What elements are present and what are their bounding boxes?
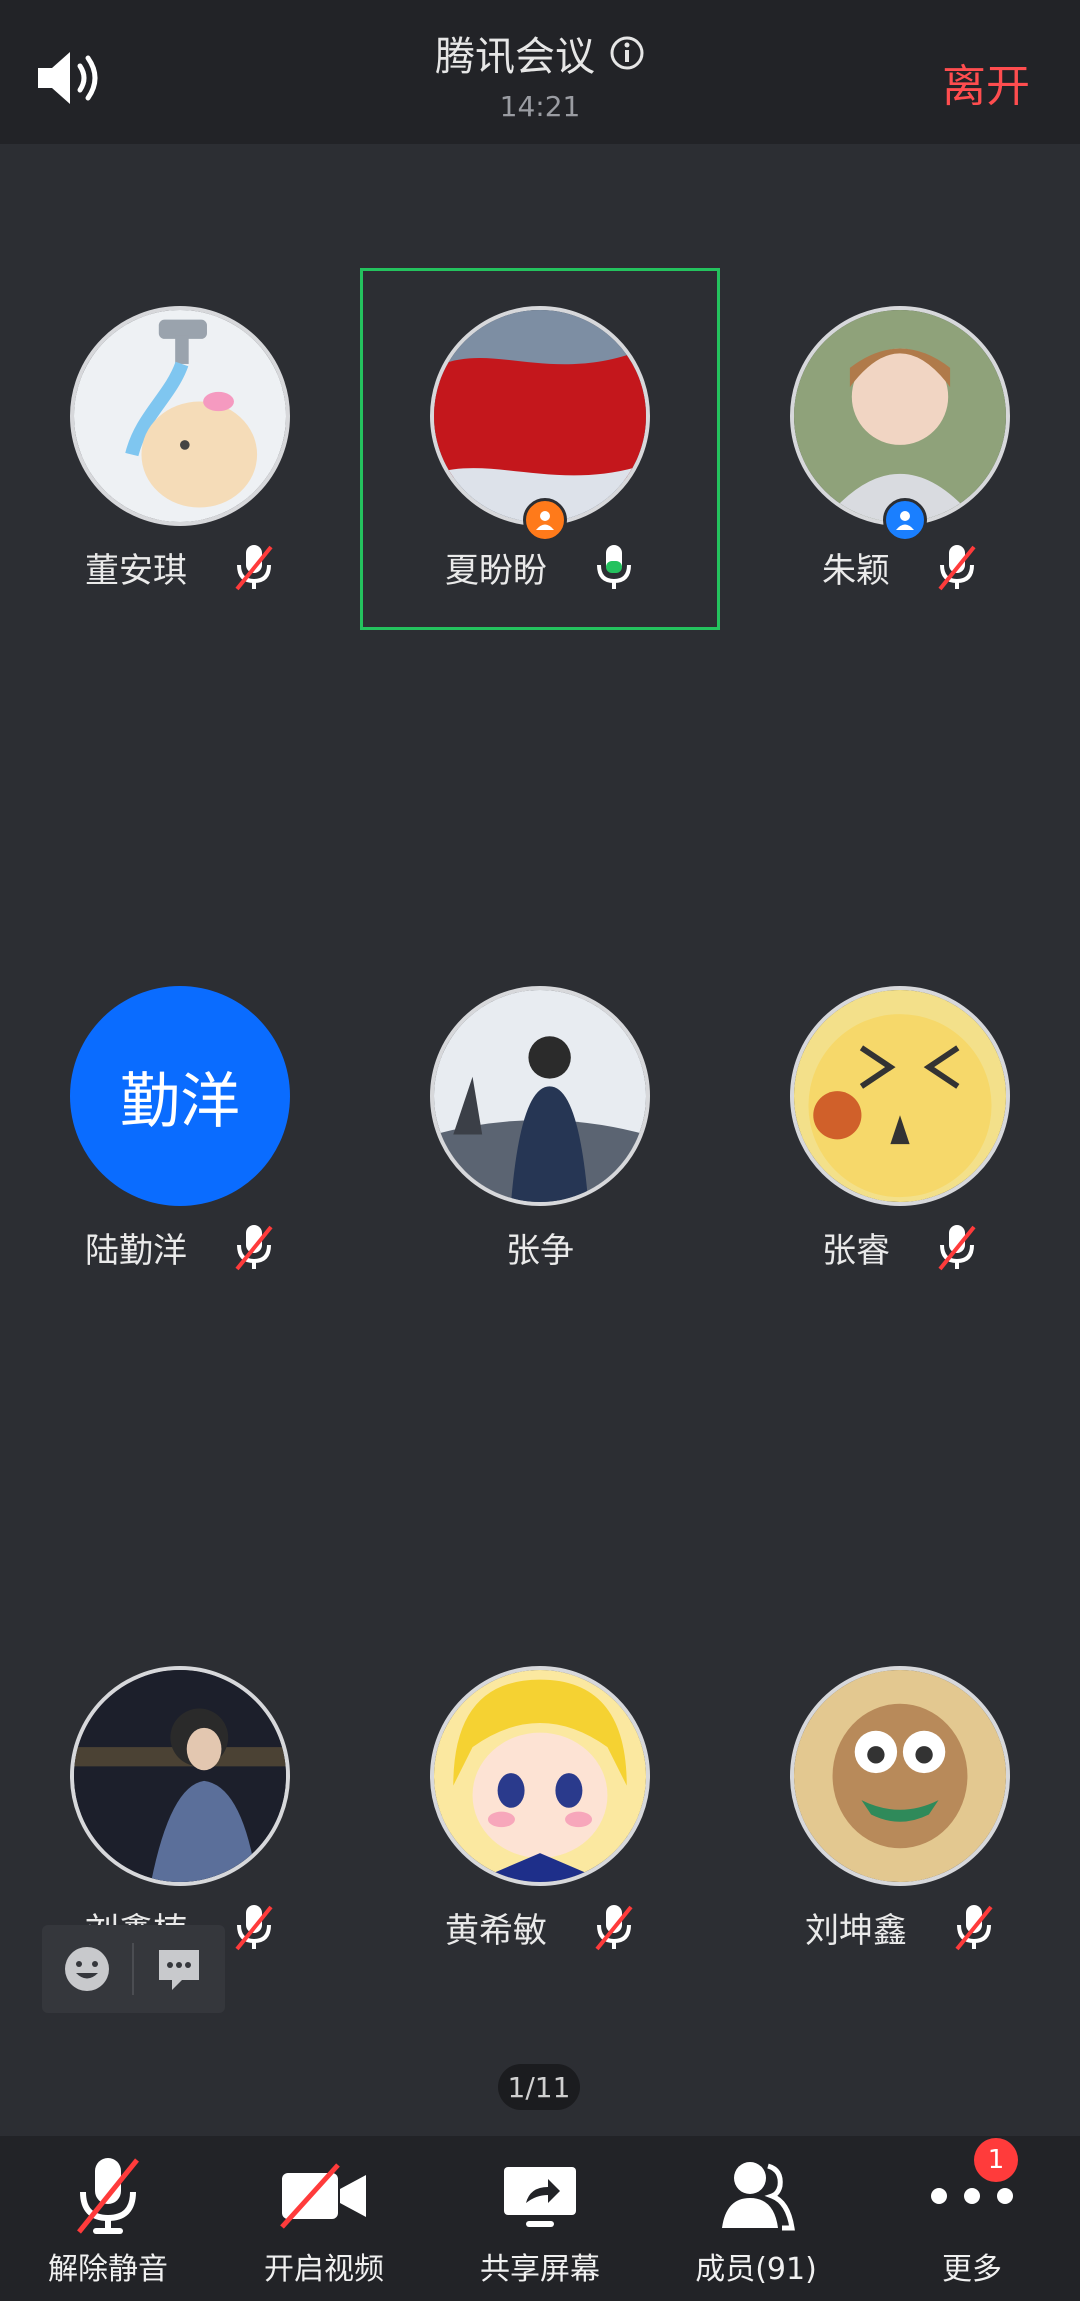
participant-name-row: 董安琪 (0, 543, 360, 591)
members-button[interactable]: 成员(91) (648, 2136, 864, 2301)
more-label: 更多 (942, 2252, 1002, 2287)
avatar (790, 986, 1010, 1206)
host-badge-icon (523, 498, 567, 542)
mic-muted-icon (235, 545, 273, 591)
top-bar: 腾讯会议 14:21 离开 (0, 0, 1080, 144)
leave-button[interactable]: 离开 (942, 50, 1030, 114)
share-screen-icon (504, 2167, 576, 2227)
avatar (790, 306, 1010, 526)
info-icon[interactable] (609, 35, 645, 71)
mic-muted-icon (595, 1905, 633, 1951)
meeting-title-area: 腾讯会议 14:21 (0, 24, 1080, 123)
participant-tile[interactable]: 刘坤鑫 (720, 1628, 1080, 1990)
mic-muted-icon (77, 2158, 139, 2234)
mic-muted-icon (938, 1225, 976, 1271)
mic-muted-icon (955, 1905, 993, 1951)
participant-tile[interactable]: 张睿 (720, 948, 1080, 1310)
mic-muted-icon (235, 1905, 273, 1951)
participant-tile[interactable]: 朱颖 (720, 268, 1080, 630)
meeting-time: 14:21 (499, 90, 581, 123)
participant-name-row: 张争 (360, 1223, 720, 1271)
unmute-label: 解除静音 (48, 2252, 168, 2287)
participant-name-row: 张睿 (720, 1223, 1080, 1271)
video-off-icon (280, 2163, 366, 2229)
avatar (430, 986, 650, 1206)
participant-name: 刘坤鑫 (805, 1910, 907, 1951)
participant-name: 董安琪 (85, 550, 187, 591)
avatar (430, 306, 650, 526)
cohost-badge-icon (883, 498, 927, 542)
participant-tile-active[interactable]: 夏盼盼 (360, 268, 720, 630)
mic-muted-icon (235, 1225, 273, 1271)
notification-badge: 1 (974, 2138, 1018, 2182)
participant-name: 朱颖 (822, 550, 890, 591)
start-video-button[interactable]: 开启视频 (216, 2136, 432, 2301)
unmute-button[interactable]: 解除静音 (0, 2136, 216, 2301)
avatar (790, 1666, 1010, 1886)
emoji-icon (65, 1947, 109, 1991)
participant-name: 张睿 (822, 1230, 890, 1271)
bottom-toolbar: 解除静音 开启视频 共享屏幕 成员(91) 1 更多 (0, 2136, 1080, 2301)
participant-name-row: 朱颖 (720, 543, 1080, 591)
emoji-button[interactable] (42, 1925, 132, 2013)
participant-name: 陆勤洋 (85, 1230, 187, 1271)
avatar (70, 1666, 290, 1886)
participant-name-row: 陆勤洋 (0, 1223, 360, 1271)
start-video-label: 开启视频 (264, 2252, 384, 2287)
participant-tile[interactable]: 黄希敏 (360, 1628, 720, 1990)
share-screen-button[interactable]: 共享屏幕 (432, 2136, 648, 2301)
meeting-title[interactable]: 腾讯会议 (435, 24, 595, 82)
mic-muted-icon (938, 545, 976, 591)
avatar (430, 1666, 650, 1886)
participant-name-row: 刘坤鑫 (720, 1903, 1080, 1951)
participant-name: 张争 (506, 1230, 574, 1271)
participant-name: 黄希敏 (445, 1910, 547, 1951)
mic-active-icon (597, 545, 631, 589)
chat-button[interactable] (134, 1925, 224, 2013)
more-icon (931, 2188, 1013, 2204)
members-label: 成员(91) (695, 2252, 817, 2287)
chat-icon (159, 1950, 199, 1990)
share-screen-label: 共享屏幕 (480, 2252, 600, 2287)
participant-name-row: 黄希敏 (360, 1903, 720, 1951)
participant-name-row: 夏盼盼 (360, 543, 720, 591)
members-icon (722, 2162, 795, 2231)
floating-tools (42, 1925, 225, 2013)
avatar-initials: 勤洋 (70, 986, 290, 1206)
participant-tile[interactable]: 勤洋 陆勤洋 (0, 948, 360, 1310)
participant-name: 夏盼盼 (445, 550, 547, 591)
participant-tile[interactable]: 张争 (360, 948, 720, 1310)
page-indicator: 1/11 (498, 2064, 580, 2110)
participant-tile[interactable]: 董安琪 (0, 268, 360, 630)
avatar (70, 306, 290, 526)
more-button[interactable]: 1 更多 (864, 2136, 1080, 2301)
